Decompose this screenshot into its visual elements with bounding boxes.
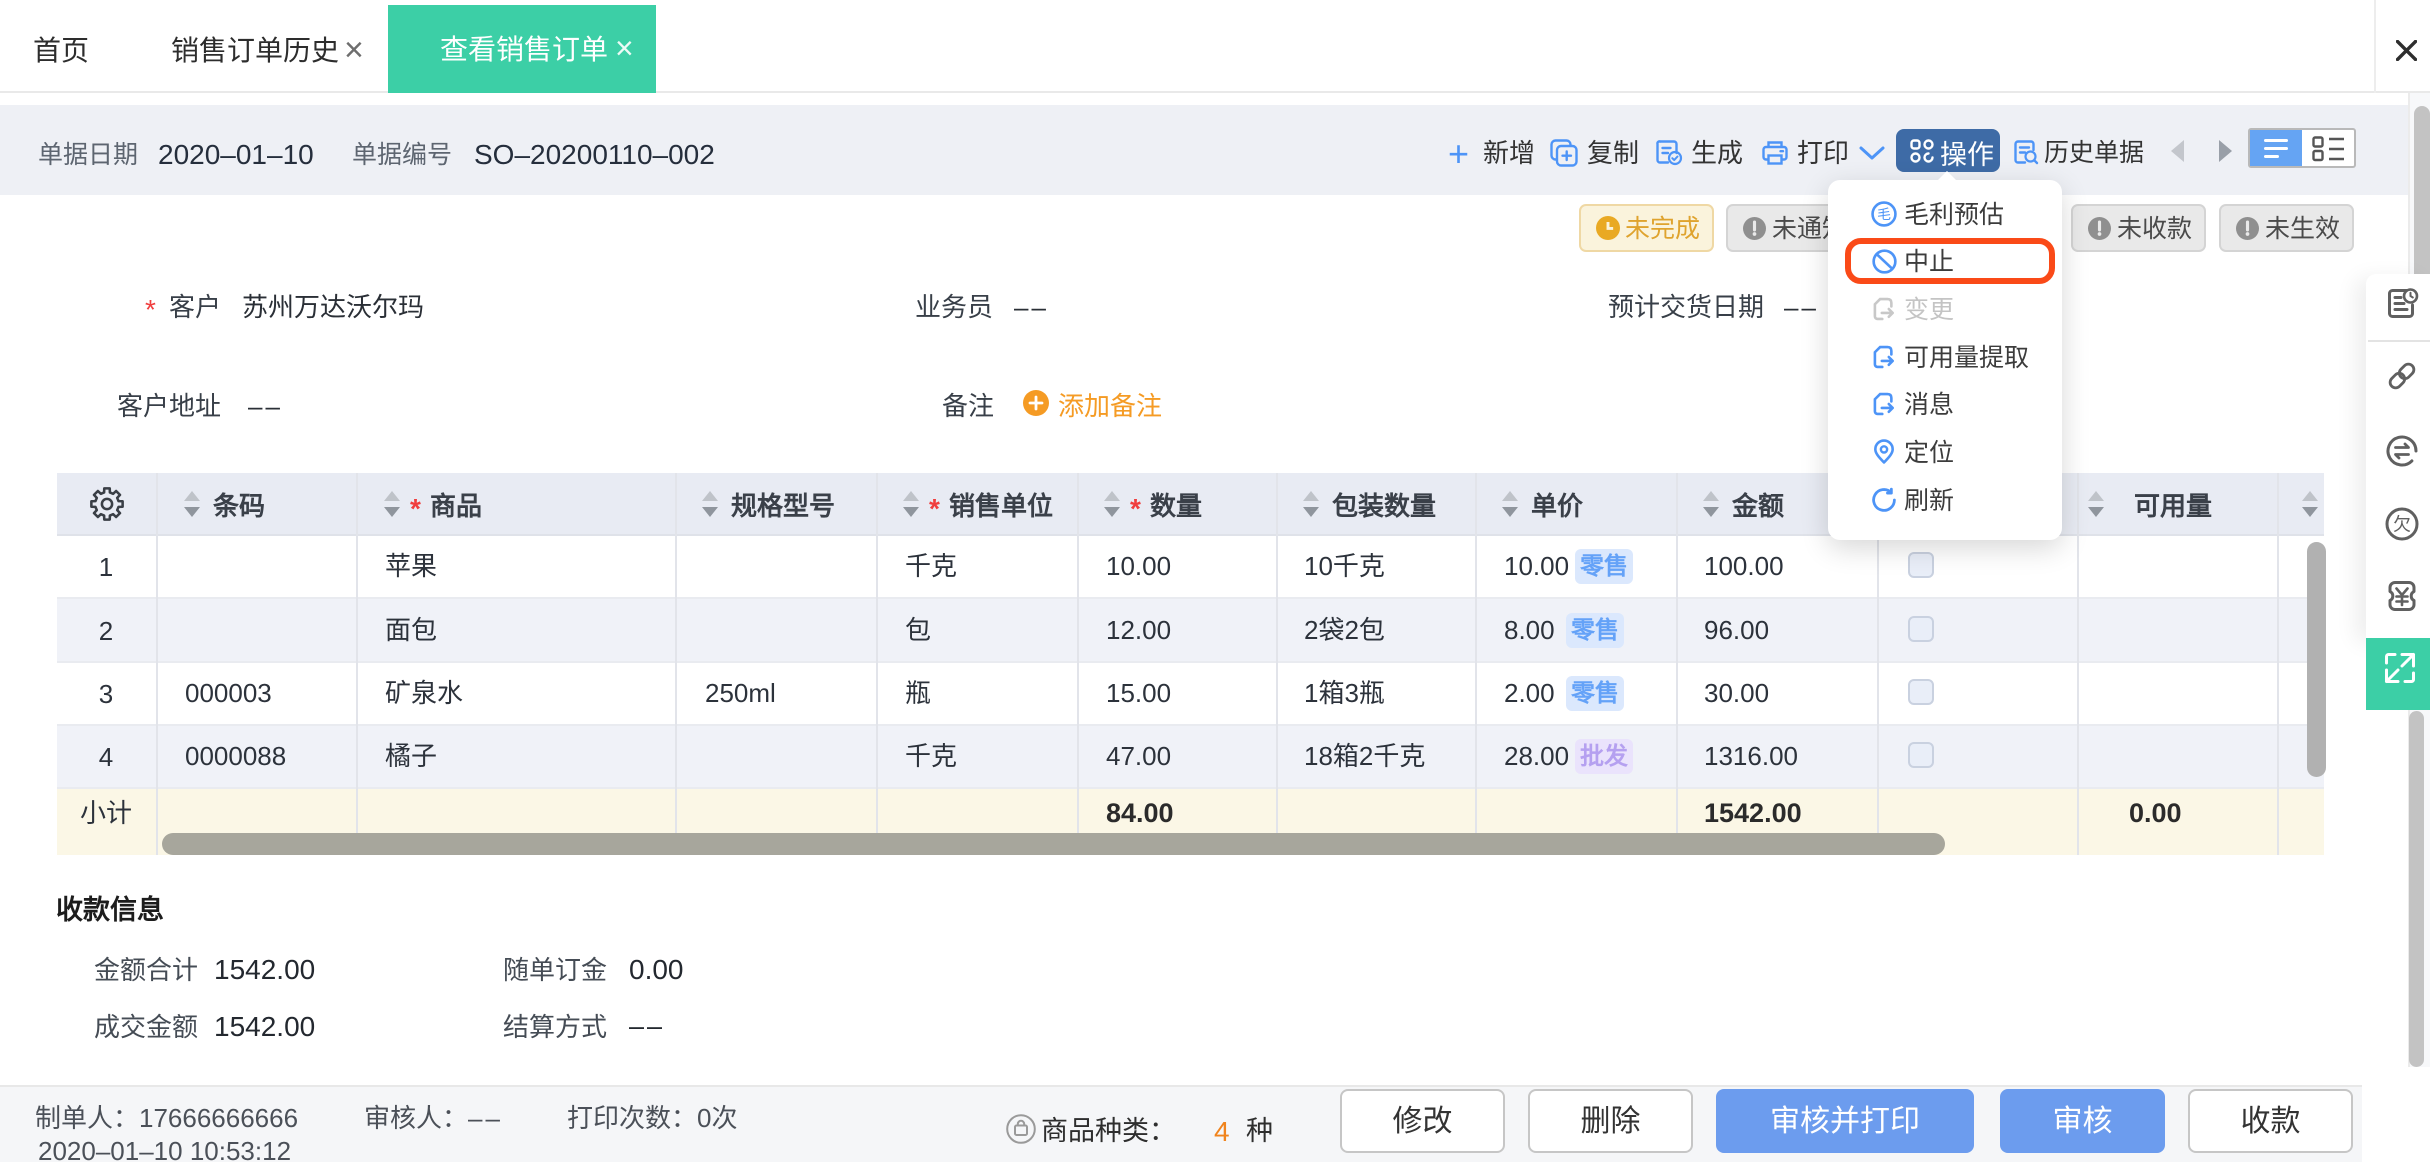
svg-text:欠: 欠	[2393, 515, 2411, 535]
svg-text:毛: 毛	[1877, 206, 1891, 222]
